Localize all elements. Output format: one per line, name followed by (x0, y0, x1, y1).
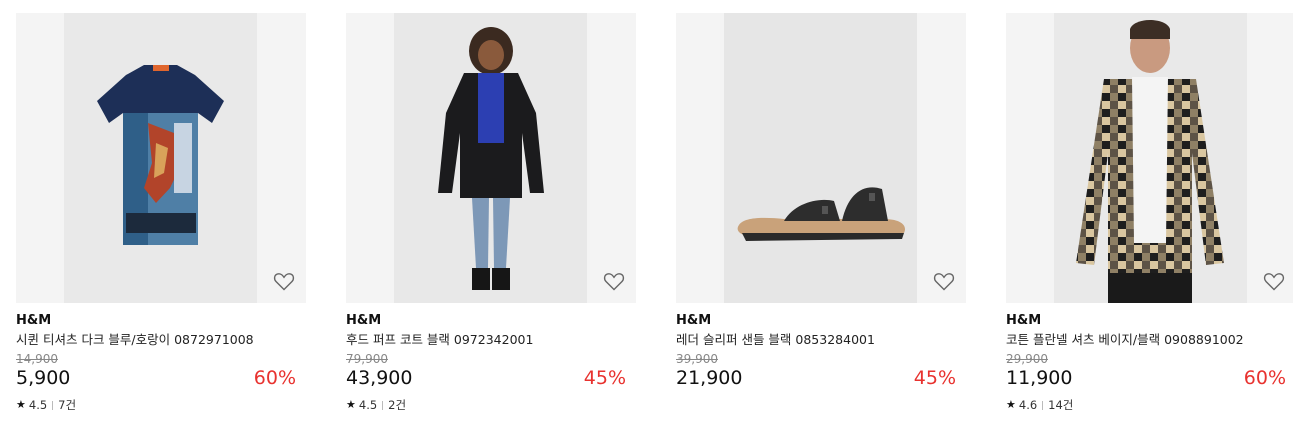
rating-value: 4.6 (1018, 398, 1038, 412)
sale-price: 5,900 (16, 367, 71, 389)
product-card[interactable]: H&M 코튼 플란넬 셔츠 베이지/블랙 0908891002 29,900 1… (1006, 13, 1293, 412)
wishlist-heart-icon[interactable] (1262, 269, 1286, 293)
original-price: 29,900 (1006, 352, 1048, 366)
price-row: 21,900 45% (676, 366, 966, 390)
discount-rate: 60% (253, 367, 296, 389)
sale-price: 11,900 (1006, 367, 1073, 389)
original-price: 79,900 (346, 352, 388, 366)
product-grid: H&M 시퀸 티셔츠 다크 블루/호랑이 0872971008 14,900 5… (0, 0, 1293, 444)
product-brand: H&M (1006, 313, 1042, 328)
product-card[interactable]: H&M 시퀸 티셔츠 다크 블루/호랑이 0872971008 14,900 5… (16, 13, 306, 412)
star-icon: ★ (1006, 398, 1016, 411)
rating-value: 4.5 (358, 398, 378, 412)
product-photo-flannel-shirt (1054, 13, 1247, 303)
discount-rate: 45% (583, 367, 626, 389)
product-brand: H&M (346, 313, 382, 328)
product-image[interactable] (1006, 13, 1293, 303)
wishlist-heart-icon[interactable] (602, 269, 626, 293)
product-card[interactable]: H&M 레더 슬리퍼 샌들 블랙 0853284001 39,900 21,90… (676, 13, 966, 390)
sale-price: 21,900 (676, 367, 743, 389)
review-count: 2건 (388, 398, 407, 412)
rating-summary: ★ 4.6 14건 (1006, 398, 1293, 412)
original-price: 39,900 (676, 352, 718, 366)
wishlist-heart-icon[interactable] (272, 269, 296, 293)
product-photo-puffer-coat (394, 13, 587, 303)
rating-summary: ★ 4.5 7건 (16, 398, 306, 412)
discount-rate: 45% (913, 367, 956, 389)
divider (1042, 400, 1044, 410)
star-icon: ★ (16, 398, 26, 411)
product-photo-tshirt (64, 13, 257, 303)
product-name[interactable]: 시퀸 티셔츠 다크 블루/호랑이 0872971008 (16, 332, 306, 348)
product-image[interactable] (16, 13, 306, 303)
original-price: 14,900 (16, 352, 58, 366)
product-image[interactable] (346, 13, 636, 303)
review-count: 7건 (58, 398, 77, 412)
divider (382, 400, 384, 410)
review-count: 14건 (1048, 398, 1074, 412)
rating-value: 4.5 (28, 398, 48, 412)
discount-rate: 60% (1243, 367, 1286, 389)
product-name[interactable]: 레더 슬리퍼 샌들 블랙 0853284001 (676, 332, 966, 348)
sale-price: 43,900 (346, 367, 413, 389)
product-name[interactable]: 코튼 플란넬 셔츠 베이지/블랙 0908891002 (1006, 332, 1293, 348)
product-name[interactable]: 후드 퍼프 코트 블랙 0972342001 (346, 332, 636, 348)
price-row: 5,900 60% (16, 366, 306, 390)
divider (52, 400, 54, 410)
product-image[interactable] (676, 13, 966, 303)
product-card[interactable]: H&M 후드 퍼프 코트 블랙 0972342001 79,900 43,900… (346, 13, 636, 412)
product-brand: H&M (676, 313, 712, 328)
wishlist-heart-icon[interactable] (932, 269, 956, 293)
price-row: 11,900 60% (1006, 366, 1293, 390)
star-icon: ★ (346, 398, 356, 411)
rating-summary: ★ 4.5 2건 (346, 398, 636, 412)
price-row: 43,900 45% (346, 366, 636, 390)
product-photo-sandal (724, 13, 917, 303)
product-brand: H&M (16, 313, 52, 328)
